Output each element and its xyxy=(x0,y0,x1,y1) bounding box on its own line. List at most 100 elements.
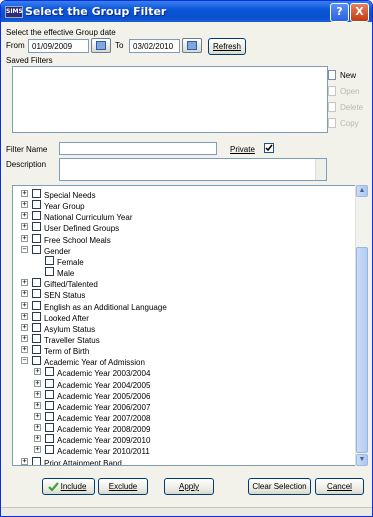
date-prompt-label: Select the effective Group date xyxy=(6,28,116,37)
expand-icon[interactable]: + xyxy=(34,446,41,454)
clear-selection-button[interactable]: Clear Selection xyxy=(248,478,311,495)
new-filter-link[interactable]: New xyxy=(328,70,356,80)
description-scrollbar[interactable] xyxy=(315,159,326,180)
tree-node-checkbox[interactable] xyxy=(45,445,54,455)
from-date-field[interactable]: 01/09/2009 xyxy=(28,39,89,53)
from-calendar-button[interactable] xyxy=(91,38,111,53)
tree-node-checkbox[interactable] xyxy=(32,189,41,198)
open-filter-link[interactable]: Open xyxy=(328,86,360,96)
tree-node-label: Special Needs xyxy=(44,191,96,200)
copy-filter-link[interactable]: Copy xyxy=(328,118,359,128)
description-label: Description xyxy=(6,160,47,169)
tree-node-checkbox[interactable] xyxy=(32,200,41,210)
help-button[interactable]: ? xyxy=(330,3,349,22)
tree-node-checkbox[interactable] xyxy=(45,367,54,377)
tree-node-checkbox[interactable] xyxy=(32,300,41,310)
tree-node-label: Academic Year 2010/2011 xyxy=(57,447,150,457)
expand-icon[interactable]: + xyxy=(21,201,28,209)
expand-icon[interactable]: + xyxy=(21,290,28,298)
tree-node-checkbox[interactable] xyxy=(45,434,54,444)
to-date-value: 03/02/2010 xyxy=(133,42,174,51)
expand-icon[interactable]: + xyxy=(21,190,28,197)
tree-node-label: Academic Year 2006/2007 xyxy=(57,402,151,412)
expand-icon[interactable]: + xyxy=(34,424,41,432)
tree-node-checkbox[interactable] xyxy=(45,412,54,421)
cancel-button[interactable]: Cancel xyxy=(315,478,364,495)
scroll-thumb[interactable] xyxy=(356,247,368,453)
private-checkbox[interactable] xyxy=(264,143,274,153)
expand-icon[interactable]: + xyxy=(21,212,28,220)
open-document-icon xyxy=(328,86,336,96)
filter-name-input[interactable] xyxy=(59,142,217,155)
scroll-up-icon[interactable]: ▲ xyxy=(356,185,368,197)
tree-node-checkbox[interactable] xyxy=(32,345,41,355)
tree-node-checkbox[interactable] xyxy=(32,322,41,332)
expand-icon[interactable]: + xyxy=(34,390,41,398)
collapse-icon[interactable]: − xyxy=(21,357,28,365)
tree-node-checkbox[interactable] xyxy=(45,267,54,277)
tree-node-checkbox[interactable] xyxy=(32,233,41,243)
expand-icon[interactable]: + xyxy=(34,401,41,409)
tree-node-label: User Defined Groups xyxy=(44,224,120,234)
scroll-down-icon[interactable]: ▼ xyxy=(356,454,368,466)
tree-node-checkbox[interactable] xyxy=(32,456,41,465)
exclude-button[interactable]: Exclude xyxy=(98,478,148,495)
tree-node-label: Academic Year of Admission xyxy=(44,358,145,368)
title-bar: SIMS Select the Group Filter ? X xyxy=(1,1,372,22)
tree-node-checkbox[interactable] xyxy=(32,222,41,232)
tree-node-label: Male xyxy=(57,269,75,279)
include-button[interactable]: Include xyxy=(42,478,95,495)
expand-icon[interactable]: + xyxy=(21,223,28,231)
expand-icon[interactable]: + xyxy=(34,435,41,443)
tree-node-checkbox[interactable] xyxy=(32,356,41,366)
tree-node-checkbox[interactable] xyxy=(32,333,41,343)
description-input[interactable] xyxy=(59,158,327,181)
cancel-label: Cancel xyxy=(327,482,352,491)
tree-node-checkbox[interactable] xyxy=(32,311,41,321)
expand-icon[interactable]: + xyxy=(34,413,41,420)
expand-icon[interactable]: + xyxy=(21,346,28,354)
tree-node-label: Female xyxy=(57,257,84,267)
tree-node-label: National Curriculum Year xyxy=(44,213,133,223)
filter-name-label: Filter Name xyxy=(6,145,48,154)
tree-node-checkbox[interactable] xyxy=(45,389,54,399)
collapse-icon[interactable]: − xyxy=(21,245,28,253)
tree-node-checkbox[interactable] xyxy=(32,289,41,299)
tree-node-checkbox[interactable] xyxy=(32,211,41,221)
saved-filters-list[interactable] xyxy=(12,66,328,133)
tree-node-checkbox[interactable] xyxy=(45,255,54,265)
tree-node-label: Prior Attainment Band xyxy=(44,458,122,466)
to-date-field[interactable]: 03/02/2010 xyxy=(129,39,180,53)
tree-node-checkbox[interactable] xyxy=(45,378,54,388)
tree-node-checkbox[interactable] xyxy=(32,278,41,288)
tree-node-checkbox[interactable] xyxy=(32,244,41,254)
expand-icon[interactable]: + xyxy=(21,457,28,465)
refresh-button[interactable]: Refresh xyxy=(208,38,246,55)
tree-node-label: Asylum Status xyxy=(44,324,96,334)
to-calendar-button[interactable] xyxy=(182,38,202,53)
calendar-icon xyxy=(96,41,106,50)
expand-icon[interactable]: + xyxy=(21,279,28,287)
to-label: To xyxy=(115,41,124,50)
expand-icon[interactable]: + xyxy=(34,379,41,387)
tree-node-label: Traveller Status xyxy=(44,335,100,345)
expand-icon[interactable]: + xyxy=(21,334,28,342)
expand-icon[interactable]: + xyxy=(21,312,28,320)
clear-selection-label: Clear Selection xyxy=(252,482,307,491)
expand-icon[interactable]: + xyxy=(21,234,28,242)
expand-icon[interactable]: + xyxy=(34,368,41,376)
apply-button[interactable]: Apply xyxy=(164,478,214,495)
close-button[interactable]: X xyxy=(350,3,369,22)
delete-filter-link[interactable]: Delete xyxy=(328,102,363,112)
apply-label: Apply xyxy=(178,482,199,491)
tree-scrollbar[interactable]: ▲ ▼ xyxy=(355,185,368,466)
expand-icon[interactable]: + xyxy=(21,301,28,309)
group-tree[interactable]: + Special Needs + Year Group + National Curri… xyxy=(12,185,368,466)
tree-node-label: Academic Year 2009/2010 xyxy=(57,436,151,446)
expand-icon[interactable]: + xyxy=(21,323,28,331)
copy-document-icon xyxy=(328,118,336,128)
tree-node-label: English as an Additional Language xyxy=(44,302,167,312)
include-label: Include xyxy=(60,482,87,491)
tree-node-checkbox[interactable] xyxy=(45,423,54,433)
tree-node-checkbox[interactable] xyxy=(45,400,54,410)
